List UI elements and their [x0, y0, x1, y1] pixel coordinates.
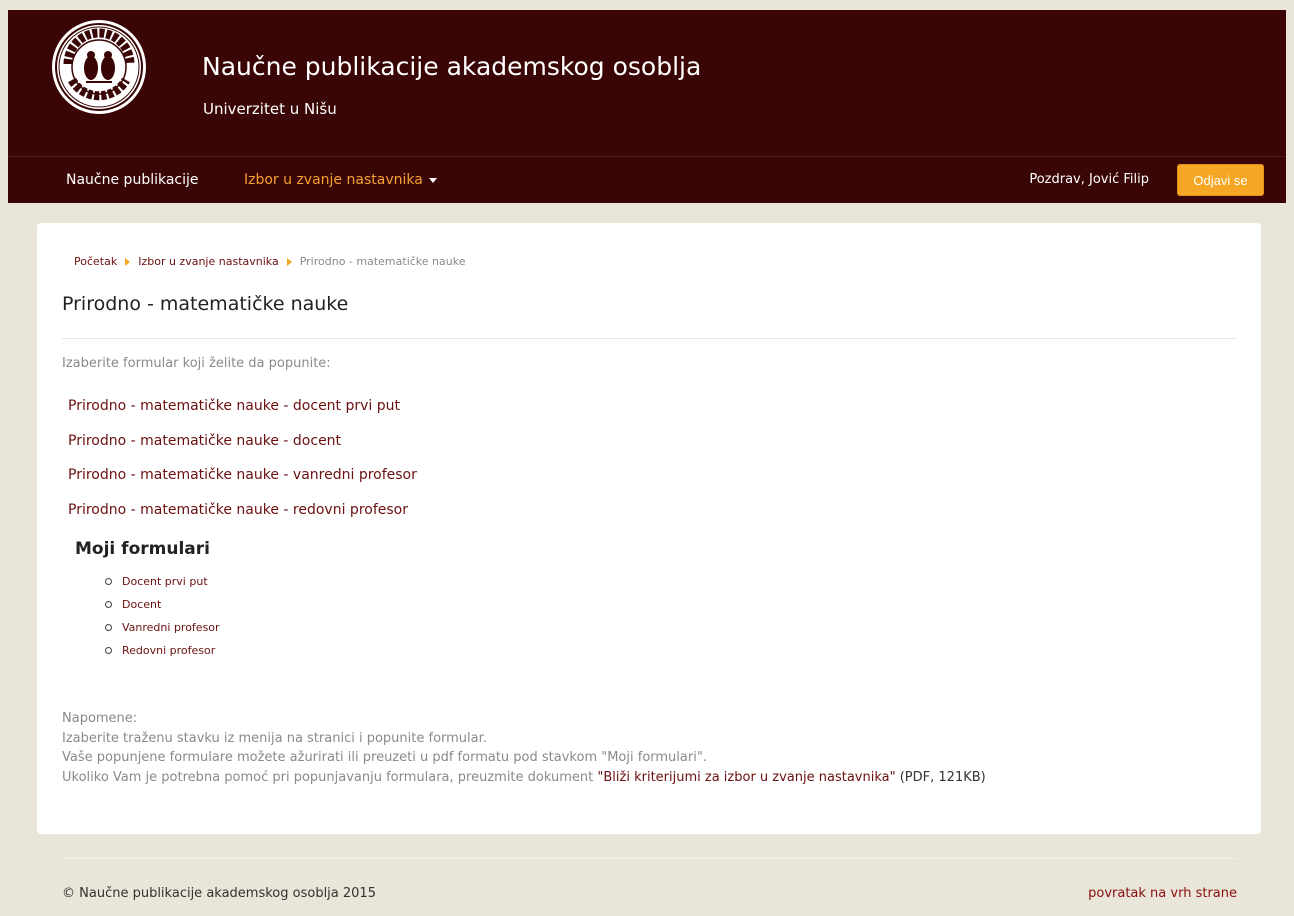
logout-button[interactable]: Odjavi se [1177, 164, 1264, 196]
notes-line3-prefix: Ukoliko Vam je potrebna pomoć pri popunj… [62, 769, 594, 785]
my-forms-list: Docent prvi put Docent Vanredni profesor… [105, 575, 220, 667]
list-item: Vanredni profesor [105, 621, 220, 644]
form-link-associate-professor[interactable]: Prirodno - matematičke nauke - vanredni … [68, 467, 417, 483]
site-subtitle: Univerzitet u Nišu [203, 100, 337, 118]
form-link-docent[interactable]: Prirodno - matematičke nauke - docent [68, 433, 341, 449]
list-item: Redovni profesor [105, 644, 220, 667]
intro-text: Izaberite formular koji želite da popuni… [62, 356, 331, 371]
copyright-text: © Naučne publikacije akademskog osoblja … [62, 886, 376, 901]
criteria-document-link[interactable]: "Bliži kriterijumi za izbor u zvanje nas… [597, 770, 895, 785]
list-item: Docent prvi put [105, 575, 220, 598]
my-form-link[interactable]: Vanredni profesor [122, 621, 220, 634]
notes-line: Ukoliko Vam je potrebna pomoć pri popunj… [62, 768, 986, 788]
breadcrumb-section[interactable]: Izbor u zvanje nastavnika [138, 255, 279, 268]
footer-divider [62, 858, 1237, 859]
back-to-top-link[interactable]: povratak na vrh strane [1088, 886, 1237, 901]
list-item: Prirodno - matematičke nauke - redovni p… [68, 499, 417, 534]
user-greeting: Pozdrav, Jović Filip [1029, 172, 1149, 187]
circle-bullet-icon [105, 600, 112, 608]
list-item: Docent [105, 598, 220, 621]
notes-line: Vaše popunjene formulare možete ažurirat… [62, 750, 707, 765]
site-title: Naučne publikacije akademskog osoblja [202, 52, 702, 81]
caret-down-icon [428, 177, 437, 183]
breadcrumb-current: Prirodno - matematičke nauke [299, 255, 466, 268]
list-item: Prirodno - matematičke nauke - docent [68, 430, 417, 465]
title-divider [62, 338, 1237, 339]
my-form-link[interactable]: Redovni profesor [122, 644, 215, 657]
nav-publications[interactable]: Naučne publikacije [66, 172, 199, 188]
site-header: Naučne publikacije akademskog osoblja Un… [8, 10, 1286, 156]
breadcrumb-arrow-icon [286, 258, 292, 266]
my-forms-heading: Moji formulari [75, 539, 210, 559]
breadcrumb-arrow-icon [125, 258, 131, 266]
breadcrumb-home[interactable]: Početak [74, 255, 117, 268]
my-form-link[interactable]: Docent prvi put [122, 575, 208, 588]
content-panel: Početak Izbor u zvanje nastavnika Prirodno… [37, 223, 1261, 834]
circle-bullet-icon [105, 577, 112, 585]
file-size-label: (PDF, 121KB) [899, 769, 986, 785]
nav-izbor-dropdown[interactable]: Izbor u zvanje nastavnika [244, 172, 437, 188]
list-item: Prirodno - matematičke nauke - docent pr… [68, 395, 417, 430]
top-strip [0, 0, 1294, 10]
university-seal-icon[interactable] [50, 18, 148, 116]
form-link-full-professor[interactable]: Prirodno - matematičke nauke - redovni p… [68, 502, 408, 518]
list-item: Prirodno - matematičke nauke - vanredni … [68, 464, 417, 499]
nav-izbor-label: Izbor u zvanje nastavnika [244, 172, 423, 188]
circle-bullet-icon [105, 646, 112, 654]
page-title: Prirodno - matematičke nauke [62, 293, 349, 315]
form-list: Prirodno - matematičke nauke - docent pr… [68, 395, 417, 533]
notes-section: Napomene: Izaberite traženu stavku iz me… [62, 709, 986, 787]
form-link-docent-first[interactable]: Prirodno - matematičke nauke - docent pr… [68, 398, 400, 414]
notes-heading: Napomene: [62, 711, 138, 726]
notes-line: Izaberite traženu stavku iz menija na st… [62, 730, 487, 746]
my-form-link[interactable]: Docent [122, 598, 161, 611]
main-navbar: Naučne publikacije Izbor u zvanje nastav… [8, 156, 1286, 203]
circle-bullet-icon [105, 623, 112, 631]
breadcrumb: Početak Izbor u zvanje nastavnika Prirodno… [74, 255, 465, 268]
